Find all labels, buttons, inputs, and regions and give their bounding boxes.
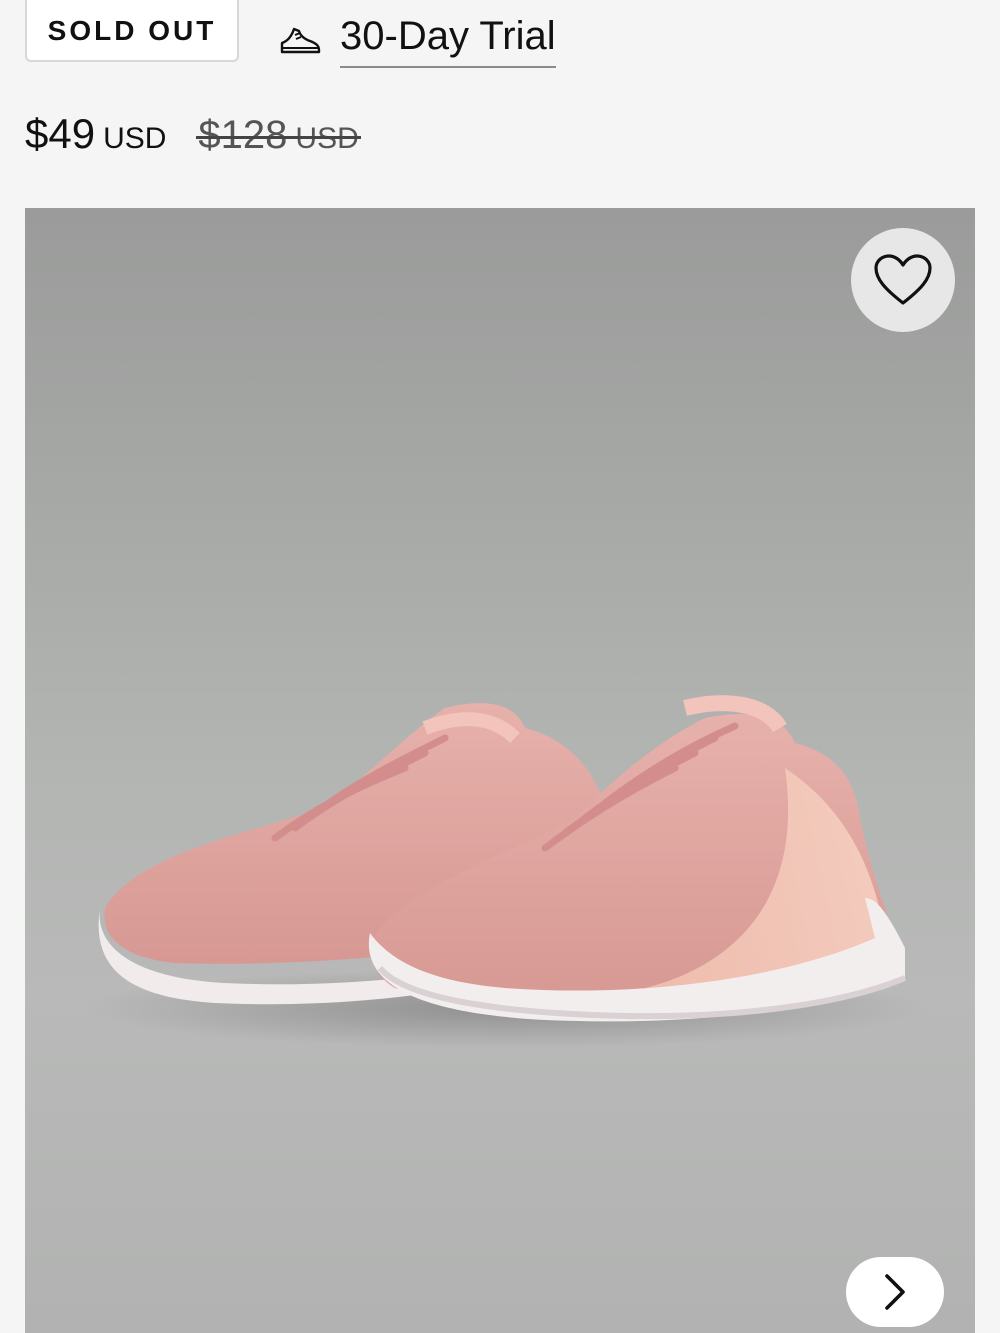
price-row: $49 USD $128 USD — [25, 110, 362, 158]
product-image-gallery[interactable] — [25, 208, 975, 1333]
heart-icon — [874, 254, 932, 305]
trial-info[interactable]: 30-Day Trial — [278, 14, 556, 68]
status-badge: SOLD OUT — [25, 0, 239, 62]
original-currency: USD — [295, 122, 359, 155]
trial-link[interactable]: 30-Day Trial — [340, 14, 556, 68]
original-price-value: $128 — [198, 113, 288, 157]
current-price: $49 — [25, 110, 96, 157]
running-shoe-icon — [280, 27, 321, 54]
chevron-right-icon — [885, 1274, 905, 1310]
original-price: $128 USD — [196, 113, 362, 158]
next-image-button[interactable] — [846, 1257, 944, 1327]
wishlist-button[interactable] — [851, 228, 955, 332]
pink-running-shoes-image — [85, 695, 925, 1048]
current-currency: USD — [103, 122, 167, 155]
